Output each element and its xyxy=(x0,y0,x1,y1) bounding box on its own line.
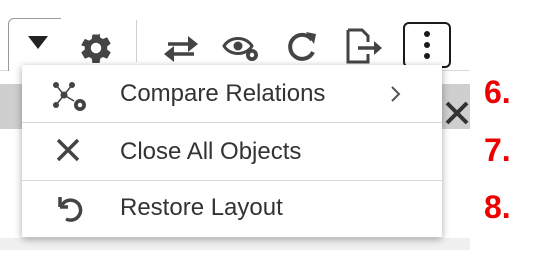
close-icon[interactable] xyxy=(444,100,470,126)
eye-settings-icon[interactable] xyxy=(222,34,262,64)
refresh-icon[interactable] xyxy=(284,28,320,64)
toolbar-separator xyxy=(136,20,137,62)
step-number: 7. xyxy=(484,132,511,168)
dropdown-button[interactable] xyxy=(8,18,61,71)
more-options-menu: Compare Relations Close All Objects Rest… xyxy=(22,65,442,237)
toolbar xyxy=(0,0,470,71)
step-number: 8. xyxy=(484,189,511,225)
chevron-right-icon xyxy=(391,86,401,102)
swap-arrows-icon[interactable] xyxy=(162,32,200,64)
close-icon xyxy=(56,138,80,162)
background-strip xyxy=(0,238,470,250)
menu-item-compare-relations[interactable]: Compare Relations xyxy=(22,65,442,122)
more-options-button[interactable] xyxy=(403,22,451,68)
menu-item-close-all-objects[interactable]: Close All Objects xyxy=(22,123,442,180)
menu-item-label: Restore Layout xyxy=(120,194,283,221)
export-icon[interactable] xyxy=(344,28,384,64)
gear-icon[interactable] xyxy=(78,30,114,66)
step-number: 6. xyxy=(484,74,511,110)
network-compare-icon xyxy=(53,82,86,111)
menu-item-restore-layout[interactable]: Restore Layout xyxy=(22,181,442,238)
restore-icon xyxy=(58,197,83,222)
menu-item-label: Close All Objects xyxy=(120,138,302,165)
chevron-down-icon xyxy=(28,36,48,49)
menu-item-label: Compare Relations xyxy=(120,80,326,107)
